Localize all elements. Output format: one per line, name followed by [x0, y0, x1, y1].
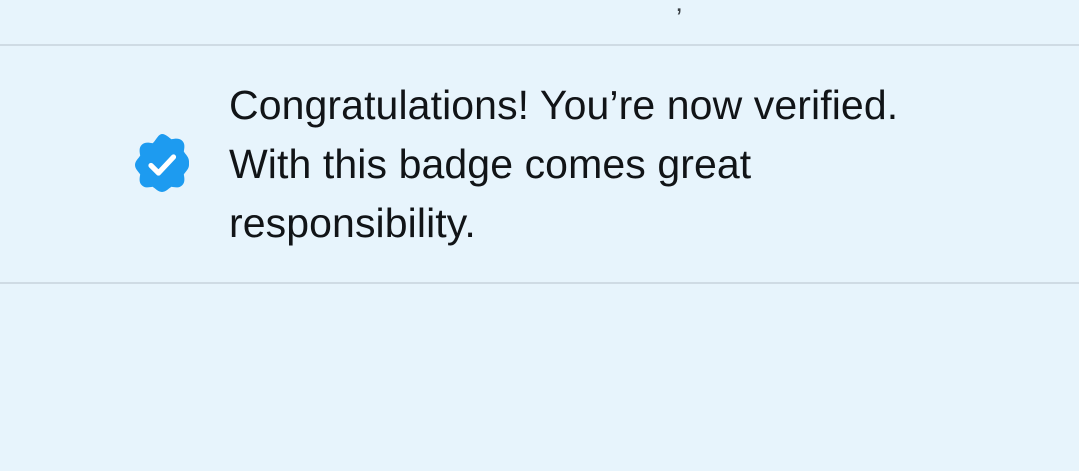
previous-notification-fragment[interactable]: ‚: [0, 0, 1079, 45]
verified-badge-icon: [129, 132, 195, 198]
notifications-screen: ‚ Congratulations! You’re now verified. …: [0, 0, 1079, 471]
message-line: With this badge comes great: [229, 141, 752, 187]
truncated-text-glyph: ‚: [676, 0, 683, 17]
message-line: Congratulations! You’re now verified.: [229, 82, 899, 128]
empty-list-area: [0, 284, 1079, 471]
message-line: responsibility.: [229, 200, 476, 246]
notification-message: Congratulations! You’re now verified. Wi…: [229, 76, 1049, 253]
